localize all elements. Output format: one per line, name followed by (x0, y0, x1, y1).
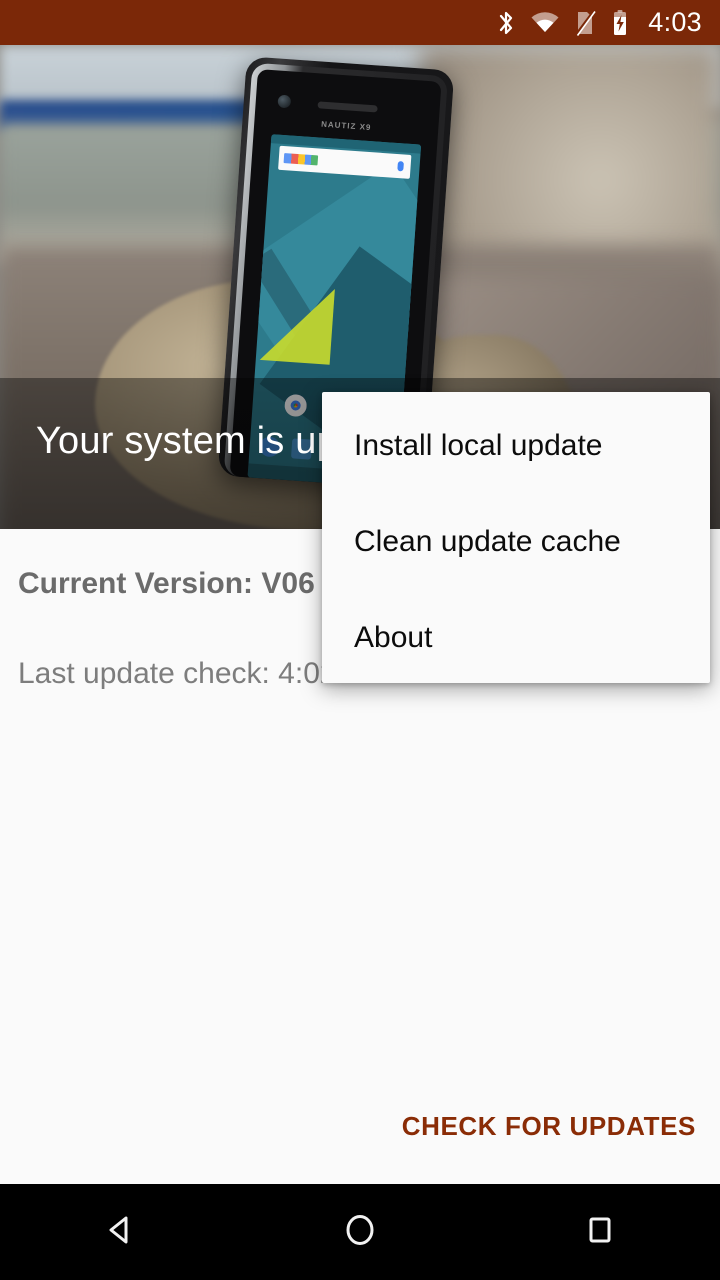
bluetooth-icon (496, 9, 516, 37)
home-button[interactable] (300, 1184, 420, 1280)
menu-item-clean-update-cache[interactable]: Clean update cache (322, 494, 710, 590)
menu-item-install-local-update[interactable]: Install local update (322, 398, 710, 494)
microphone-icon (397, 161, 404, 172)
triangle-left-icon (100, 1210, 140, 1255)
phone-brand-label: NAUTIZ X9 (320, 119, 372, 133)
google-logo-icon (283, 153, 319, 166)
wifi-icon (530, 11, 560, 35)
no-sim-icon (574, 9, 596, 37)
square-icon (580, 1210, 620, 1255)
back-button[interactable] (60, 1184, 180, 1280)
current-version-label: Current Version: V06 (18, 567, 315, 600)
navigation-bar (0, 1184, 720, 1280)
overflow-popup-menu[interactable]: Install local update Clean update cache … (322, 392, 710, 683)
phone-speaker-icon (317, 101, 378, 113)
menu-item-about[interactable]: About (322, 590, 710, 686)
battery-charging-icon (610, 9, 630, 37)
check-for-updates-button[interactable]: CHECK FOR UPDATES (402, 1111, 696, 1142)
circle-icon (340, 1210, 380, 1255)
recents-button[interactable] (540, 1184, 660, 1280)
phone-camera-icon (277, 94, 292, 109)
status-bar: 4:03 (0, 0, 720, 45)
status-bar-clock: 4:03 (648, 7, 702, 37)
